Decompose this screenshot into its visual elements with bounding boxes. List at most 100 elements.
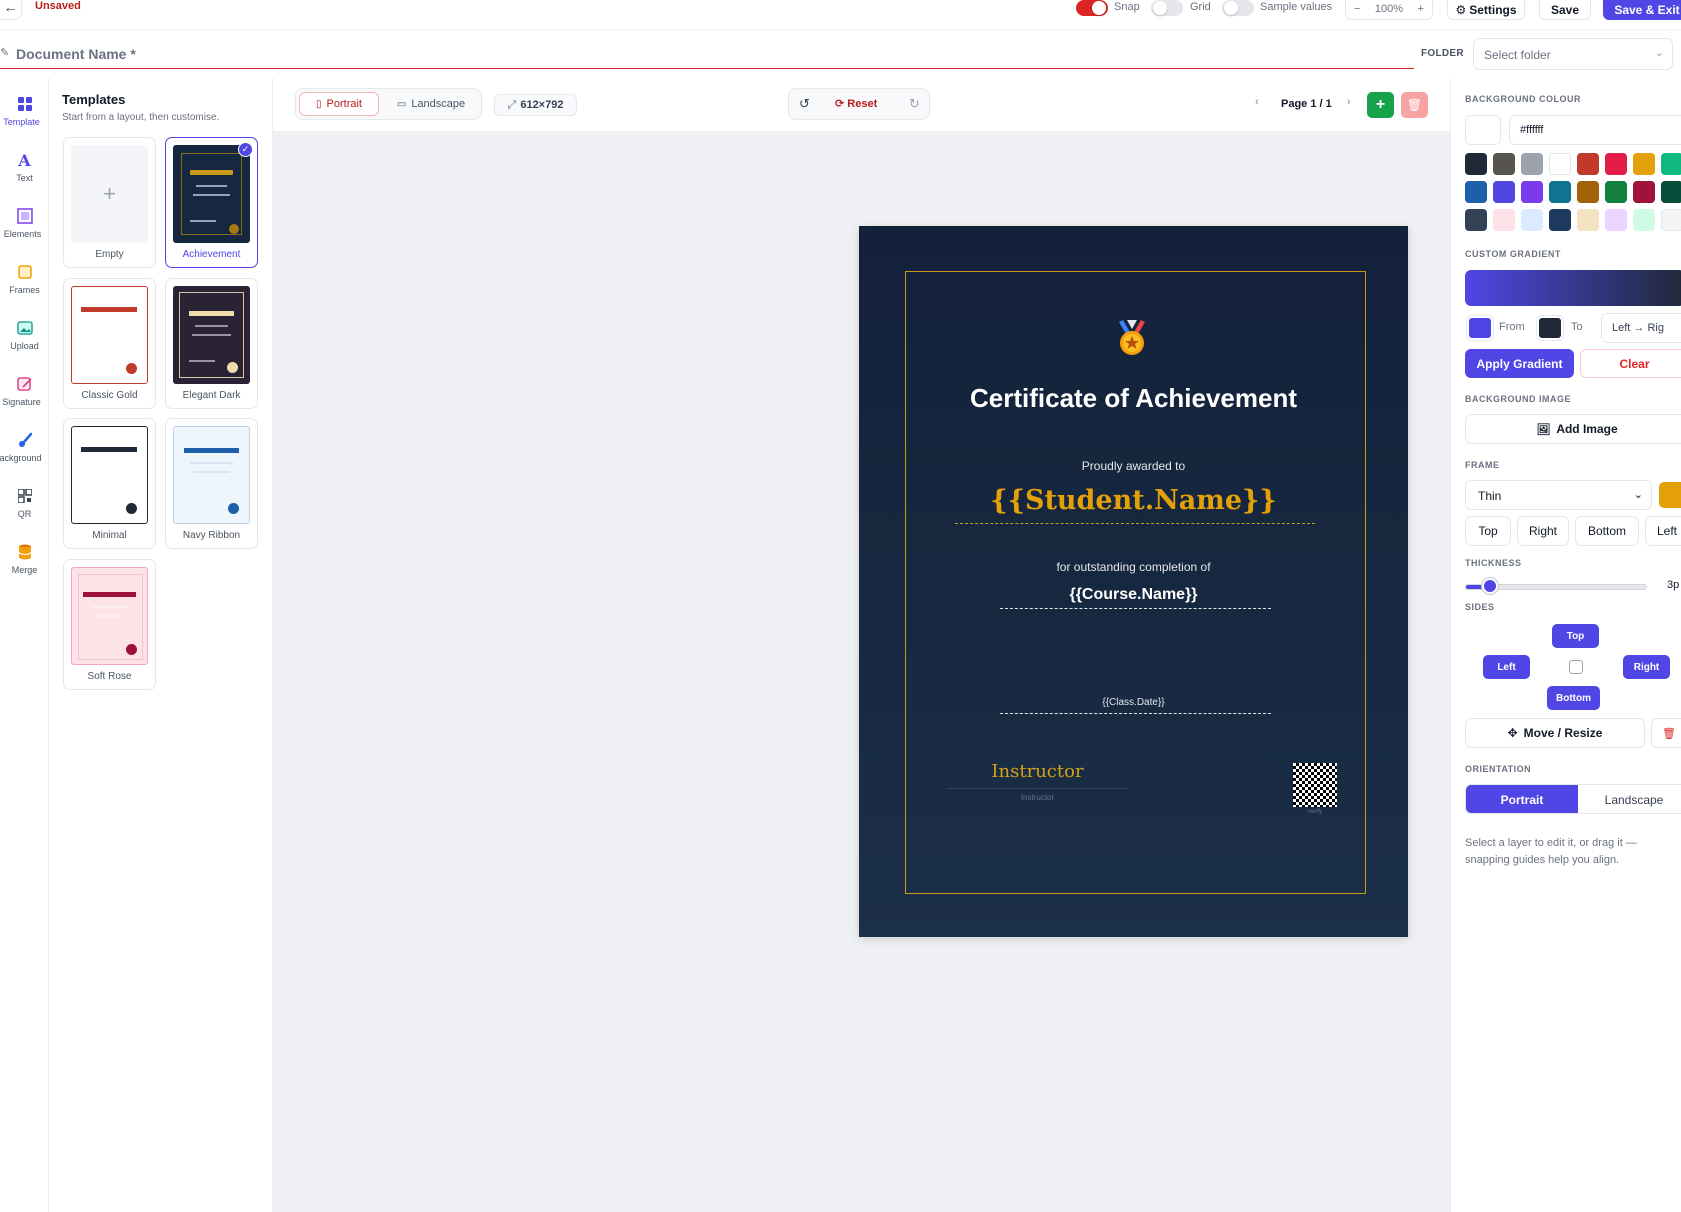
chevron-right-icon[interactable]: ›	[1347, 96, 1351, 108]
palette-swatch[interactable]	[1493, 153, 1515, 175]
landscape-tab[interactable]: ▭ Landscape	[384, 92, 478, 116]
template-card-navy-ribbon[interactable]: Navy Ribbon	[165, 418, 258, 549]
class-date-field[interactable]: {{Class.Date}}	[859, 697, 1408, 708]
snap-toggle[interactable]	[1076, 0, 1108, 16]
certificate-page[interactable]: Certificate of Achievement Proudly award…	[859, 226, 1408, 937]
palette-swatch[interactable]	[1605, 153, 1627, 175]
settings-button[interactable]: ⚙ Settings	[1447, 0, 1525, 20]
orientation-portrait-button[interactable]: Portrait	[1466, 785, 1578, 813]
document-name-input[interactable]: Document Name *	[16, 46, 136, 62]
delete-page-button[interactable]: 🗑	[1401, 92, 1428, 118]
template-card-minimal[interactable]: Minimal	[63, 418, 156, 549]
redo-icon[interactable]: ↻	[909, 96, 920, 112]
palette-swatch[interactable]	[1633, 181, 1655, 203]
qr-icon	[15, 486, 35, 506]
signature-label[interactable]: Instructor	[947, 793, 1128, 802]
side-top-toggle[interactable]: Top	[1552, 624, 1599, 648]
palette-swatch[interactable]	[1549, 209, 1571, 231]
frame-colour-swatch[interactable]	[1659, 482, 1681, 508]
sides-all-checkbox[interactable]	[1569, 660, 1583, 674]
rail-item-signature[interactable]: Signature	[0, 374, 49, 407]
palette-swatch[interactable]	[1577, 153, 1599, 175]
frame-side-bottom-button[interactable]: Bottom	[1575, 516, 1639, 546]
reset-button[interactable]: ⟳ Reset	[835, 97, 877, 110]
zoom-in-button[interactable]: +	[1418, 3, 1424, 15]
palette-swatch[interactable]	[1661, 209, 1681, 231]
palette-swatch[interactable]	[1605, 209, 1627, 231]
palette-swatch[interactable]	[1465, 209, 1487, 231]
palette-swatch[interactable]	[1605, 181, 1627, 203]
side-right-toggle[interactable]: Right	[1623, 655, 1670, 679]
add-page-button[interactable]: +	[1367, 92, 1394, 118]
template-card-achievement[interactable]: ✓ Achievement	[165, 137, 258, 268]
rail-item-frames[interactable]: Frames	[0, 262, 49, 295]
palette-swatch[interactable]	[1549, 153, 1571, 175]
student-name-field[interactable]: {{Student.Name}}	[859, 485, 1408, 516]
side-left-toggle[interactable]: Left	[1483, 655, 1530, 679]
grid-toggle[interactable]	[1151, 0, 1183, 16]
rail-item-merge[interactable]: Merge	[0, 542, 49, 575]
side-bottom-toggle[interactable]: Bottom	[1547, 686, 1600, 710]
certificate-title[interactable]: Certificate of Achievement	[859, 383, 1408, 414]
hex-colour-input[interactable]: #ffffff	[1509, 115, 1681, 145]
frame-style-select[interactable]: Thin ⌄	[1465, 480, 1652, 510]
template-card-classic-gold[interactable]: Classic Gold	[63, 278, 156, 409]
rail-item-background[interactable]: Background	[0, 430, 49, 463]
gradient-direction-select[interactable]: Left → Rig	[1601, 313, 1681, 343]
frame-side-left-button[interactable]: Left	[1645, 516, 1681, 546]
layer-hint-text: Select a layer to edit it, or drag it — …	[1465, 837, 1637, 866]
completion-text[interactable]: for outstanding completion of	[859, 560, 1408, 574]
palette-swatch[interactable]	[1577, 209, 1599, 231]
folder-select[interactable]: Select folder ⌄	[1473, 38, 1673, 70]
thickness-slider-handle[interactable]	[1482, 578, 1499, 594]
palette-swatch[interactable]	[1577, 181, 1599, 203]
palette-swatch[interactable]	[1493, 209, 1515, 231]
palette-swatch[interactable]	[1633, 209, 1655, 231]
palette-swatch[interactable]	[1465, 153, 1487, 175]
background-colour-swatch[interactable]	[1465, 115, 1501, 145]
portrait-tab[interactable]: ▯ Portrait	[299, 92, 379, 116]
delete-layer-button[interactable]: 🗑	[1651, 718, 1681, 748]
frame-side-right-button[interactable]: Right	[1517, 516, 1569, 546]
medal-icon[interactable]	[1117, 320, 1147, 356]
gradient-from-swatch[interactable]	[1467, 316, 1493, 340]
zoom-out-button[interactable]: −	[1354, 3, 1360, 15]
palette-swatch[interactable]	[1549, 181, 1571, 203]
template-card-empty[interactable]: + Empty	[63, 137, 156, 268]
gradient-to-swatch[interactable]	[1537, 316, 1563, 340]
palette-swatch[interactable]	[1521, 153, 1543, 175]
template-card-elegant-dark[interactable]: Elegant Dark	[165, 278, 258, 409]
palette-swatch[interactable]	[1493, 181, 1515, 203]
trash-icon: 🗑	[1406, 98, 1423, 112]
frame-side-top-button[interactable]: Top	[1465, 516, 1511, 546]
orientation-landscape-button[interactable]: Landscape	[1578, 785, 1681, 813]
template-card-soft-rose[interactable]: Soft Rose	[63, 559, 156, 690]
add-image-button[interactable]: 🖼 Add Image	[1465, 414, 1681, 444]
clear-gradient-button[interactable]: Clear	[1580, 349, 1681, 378]
move-resize-button[interactable]: ✥ Move / Resize	[1465, 718, 1645, 748]
rail-item-elements[interactable]: Elements	[0, 206, 49, 239]
back-button[interactable]: ←	[0, 0, 22, 20]
qr-code[interactable]	[1293, 763, 1337, 807]
undo-icon[interactable]: ↺	[799, 96, 810, 112]
page-size-button[interactable]: ⤢ 612×792	[494, 94, 577, 116]
save-exit-button[interactable]: Save & Exit	[1603, 0, 1681, 20]
palette-swatch[interactable]	[1521, 181, 1543, 203]
apply-gradient-button[interactable]: Apply Gradient	[1465, 349, 1574, 378]
rail-item-qr[interactable]: QR	[0, 486, 49, 519]
rail-item-template[interactable]: Template	[0, 94, 49, 127]
awarded-text[interactable]: Proudly awarded to	[859, 459, 1408, 473]
template-label: Achievement	[182, 249, 241, 260]
save-button[interactable]: Save	[1539, 0, 1591, 20]
palette-swatch[interactable]	[1661, 153, 1681, 175]
palette-swatch[interactable]	[1465, 181, 1487, 203]
palette-swatch[interactable]	[1521, 209, 1543, 231]
sample-values-toggle[interactable]	[1222, 0, 1254, 16]
signature-field[interactable]: Instructor	[947, 761, 1128, 782]
rail-item-upload[interactable]: Upload	[0, 318, 49, 351]
rail-item-text[interactable]: A Text	[0, 150, 49, 184]
course-name-field[interactable]: {{Course.Name}}	[859, 586, 1408, 604]
chevron-left-icon[interactable]: ‹	[1255, 96, 1259, 108]
palette-swatch[interactable]	[1661, 181, 1681, 203]
palette-swatch[interactable]	[1633, 153, 1655, 175]
